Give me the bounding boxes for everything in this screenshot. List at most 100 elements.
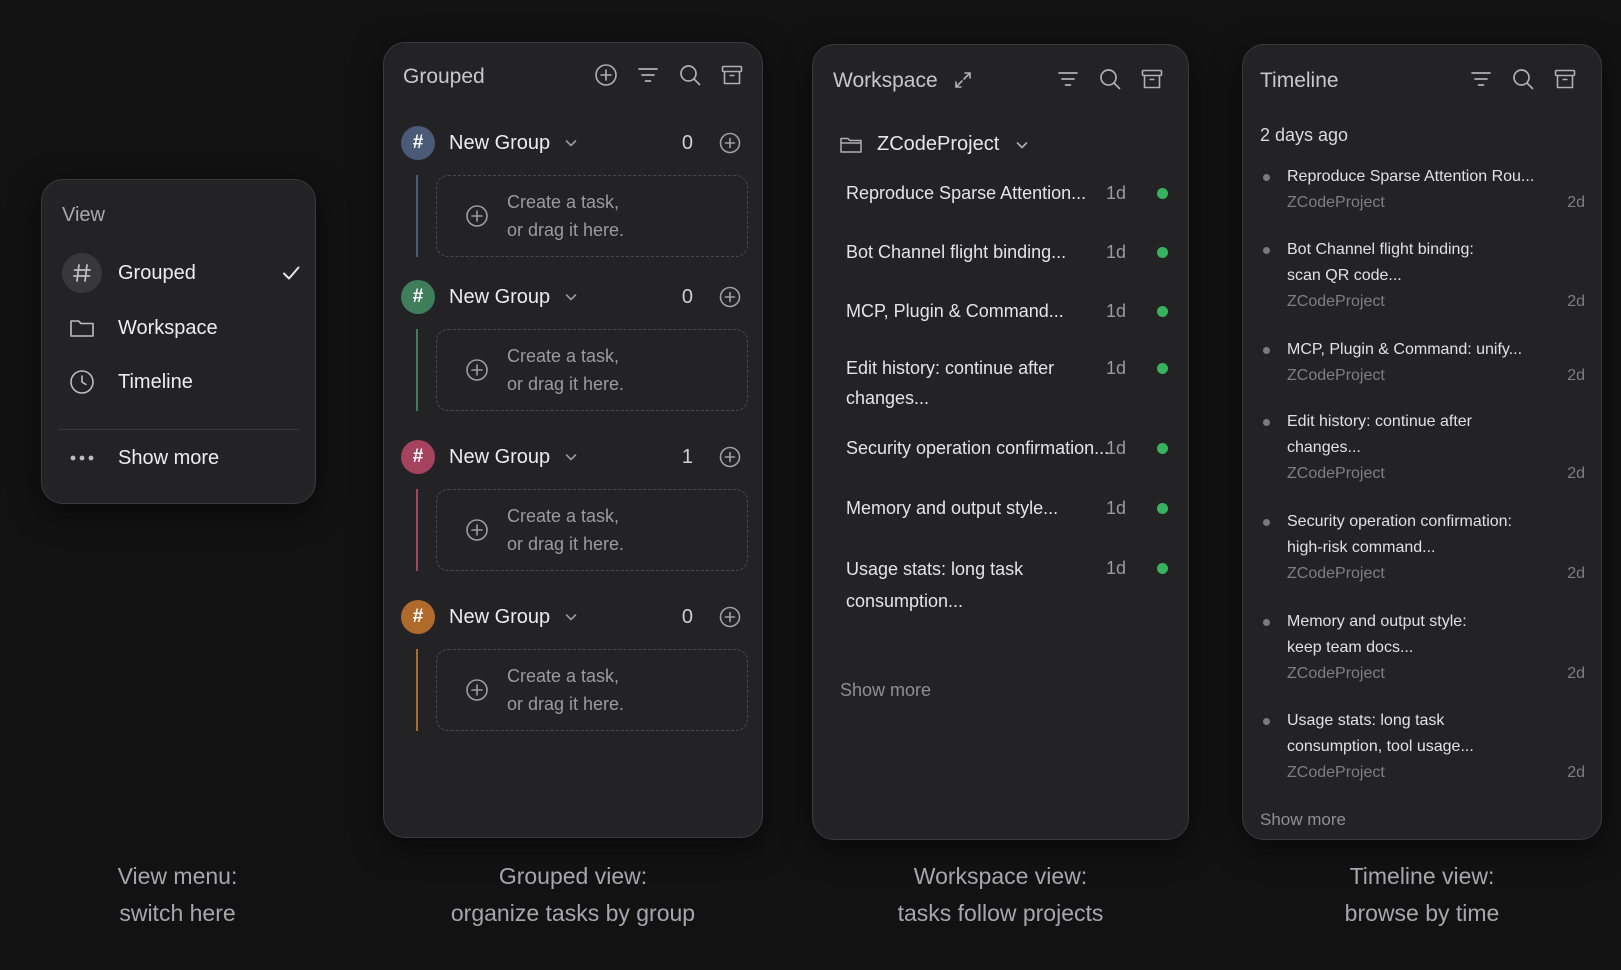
add-task-icon[interactable]: [717, 444, 743, 470]
caption-line2: browse by time: [1344, 900, 1500, 926]
project-header[interactable]: ZCodeProject: [839, 133, 1029, 156]
group-color-bar: [416, 649, 418, 731]
dropzone-line2: or drag it here.: [507, 694, 625, 714]
task-dropzone[interactable]: Create a task, or drag it here.: [436, 649, 748, 731]
group-count: 1: [681, 445, 693, 468]
item-title: MCP, Plugin & Command: unify...: [1287, 341, 1523, 358]
chevron-down-icon[interactable]: [564, 136, 578, 150]
caption-timeline: Timeline view: browse by time: [1262, 858, 1582, 932]
add-task-icon[interactable]: [717, 130, 743, 156]
group-header[interactable]: # New Group 0: [401, 597, 751, 637]
menu-item-grouped[interactable]: Grouped: [62, 250, 302, 296]
chevron-down-icon[interactable]: [564, 450, 578, 464]
panel-title: Workspace: [833, 69, 938, 92]
plus-circle-icon: [465, 518, 489, 542]
search-icon[interactable]: [1098, 67, 1122, 91]
timeline-item[interactable]: Memory and output style: keep team docs.…: [1260, 609, 1585, 687]
item-project: ZCodeProject: [1287, 194, 1385, 211]
chevron-down-icon[interactable]: [564, 610, 578, 624]
item-title-cont: high-risk command...: [1287, 539, 1436, 556]
task-age: 1d: [1105, 183, 1126, 203]
task-row[interactable]: Memory and output style... 1d: [846, 493, 1168, 523]
show-more-link[interactable]: Show more: [840, 680, 931, 701]
checkmark-icon: [280, 262, 302, 284]
timeline-item[interactable]: Edit history: continue after changes... …: [1260, 409, 1585, 487]
archive-icon[interactable]: [720, 63, 744, 87]
search-icon[interactable]: [678, 63, 702, 87]
task-row[interactable]: Usage stats: long task consumption... 1d: [846, 553, 1168, 617]
caption-line1: View menu:: [117, 863, 238, 889]
clock-icon: [62, 362, 102, 402]
task-dropzone[interactable]: Create a task, or drag it here.: [436, 329, 748, 411]
menu-item-timeline[interactable]: Timeline: [62, 359, 302, 405]
archive-icon[interactable]: [1140, 67, 1164, 91]
item-age: 2d: [1567, 293, 1585, 310]
task-dropzone[interactable]: Create a task, or drag it here.: [436, 489, 748, 571]
folder-icon: [839, 135, 863, 155]
group-header[interactable]: # New Group 1: [401, 437, 751, 477]
dropzone-line2: or drag it here.: [507, 374, 625, 394]
menu-item-show-more[interactable]: Show more: [62, 435, 302, 481]
plus-circle-icon: [465, 204, 489, 228]
task-row[interactable]: Reproduce Sparse Attention... 1d: [846, 178, 1168, 208]
task-title: Memory and output style...: [846, 498, 1059, 518]
item-project: ZCodeProject: [1287, 665, 1385, 682]
menu-divider: [58, 429, 299, 430]
bullet: [1263, 519, 1270, 526]
timeline-item[interactable]: MCP, Plugin & Command: unify... ZCodePro…: [1260, 337, 1585, 389]
add-task-icon[interactable]: [717, 284, 743, 310]
task-title: Reproduce Sparse Attention...: [846, 183, 1087, 203]
timeline-item[interactable]: Reproduce Sparse Attention Rou... ZCodeP…: [1260, 164, 1585, 216]
filter-icon[interactable]: [636, 63, 660, 87]
group-color-bar: [416, 175, 418, 257]
project-name: ZCodeProject: [877, 133, 1000, 155]
task-row[interactable]: Edit history: continue after changes... …: [846, 353, 1168, 413]
task-age: 1d: [1105, 558, 1126, 578]
timeline-item[interactable]: Bot Channel flight binding: scan QR code…: [1260, 237, 1585, 315]
dropzone-line1: Create a task,: [507, 192, 620, 212]
filter-icon[interactable]: [1469, 67, 1493, 91]
timeline-item[interactable]: Security operation confirmation: high-ri…: [1260, 509, 1585, 587]
archive-icon[interactable]: [1553, 67, 1577, 91]
dropzone-line2: or drag it here.: [507, 534, 625, 554]
grouped-panel: Grouped # New Group 0 Create a task, or …: [383, 42, 763, 838]
task-age: 1d: [1105, 301, 1126, 321]
bullet: [1263, 347, 1270, 354]
hash-icon: [62, 253, 102, 293]
item-title: Edit history: continue after: [1287, 413, 1472, 430]
chevron-down-icon[interactable]: [564, 290, 578, 304]
item-age: 2d: [1567, 764, 1585, 781]
task-age: 1d: [1105, 358, 1126, 378]
item-meta: ZCodeProject 2d: [1287, 661, 1585, 687]
chevron-down-icon[interactable]: [1015, 138, 1029, 152]
collapse-arrows-icon[interactable]: [953, 70, 973, 90]
menu-item-workspace[interactable]: Workspace: [62, 305, 302, 351]
timeline-item[interactable]: Usage stats: long task consumption, tool…: [1260, 708, 1585, 786]
group-header[interactable]: # New Group 0: [401, 277, 751, 317]
item-meta: ZCodeProject 2d: [1287, 190, 1585, 216]
task-age: 1d: [1105, 438, 1126, 458]
status-dot: [1157, 188, 1168, 199]
group-header[interactable]: # New Group 0: [401, 123, 751, 163]
group-count: 0: [681, 285, 693, 308]
task-row[interactable]: Bot Channel flight binding... 1d: [846, 237, 1168, 267]
item-project: ZCodeProject: [1287, 565, 1385, 582]
dropzone-line2: or drag it here.: [507, 220, 625, 240]
date-group-label: 2 days ago: [1260, 125, 1349, 145]
filter-icon[interactable]: [1056, 67, 1080, 91]
item-project: ZCodeProject: [1287, 293, 1385, 310]
panel-title: Timeline: [1260, 69, 1339, 92]
task-row[interactable]: Security operation confirmation... 1d: [846, 433, 1168, 463]
task-row[interactable]: MCP, Plugin & Command... 1d: [846, 296, 1168, 326]
task-title: Security operation confirmation...: [846, 438, 1110, 458]
add-icon[interactable]: [594, 63, 618, 87]
hash-icon: #: [401, 600, 435, 634]
panel-title: Grouped: [403, 65, 485, 88]
dropzone-line1: Create a task,: [507, 666, 620, 686]
task-dropzone[interactable]: Create a task, or drag it here.: [436, 175, 748, 257]
timeline-panel: Timeline 2 days ago Reproduce Sparse Att…: [1242, 44, 1602, 840]
add-task-icon[interactable]: [717, 604, 743, 630]
search-icon[interactable]: [1511, 67, 1535, 91]
item-title: Reproduce Sparse Attention Rou...: [1287, 168, 1535, 185]
show-more-link[interactable]: Show more: [1260, 810, 1346, 830]
